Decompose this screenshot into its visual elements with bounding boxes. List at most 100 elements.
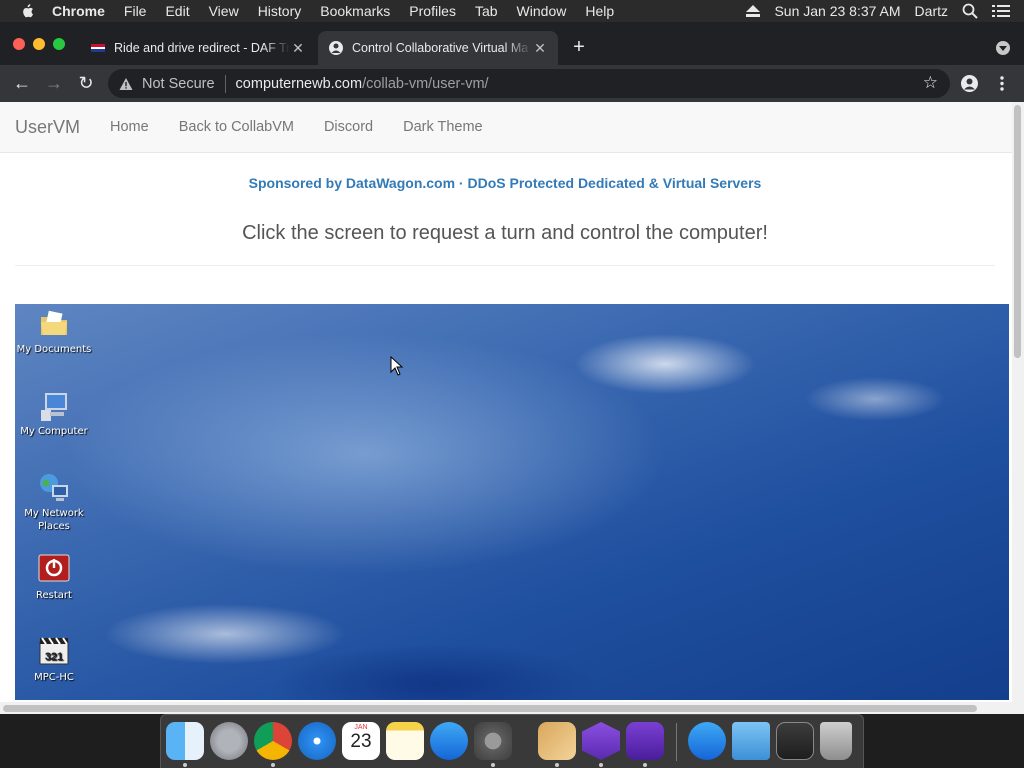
tab-title: Control Collaborative Virtual Ma [352,41,529,55]
control-center-list-icon[interactable] [992,4,1010,18]
sponsor-link[interactable]: Sponsored by DataWagon.com · DDoS Protec… [0,175,1010,191]
launchpad-icon[interactable] [210,722,248,760]
vertical-scrollbar-thumb[interactable] [1014,105,1021,358]
nav-link-discord[interactable]: Discord [324,119,373,135]
tab-title: Ride and drive redirect - DAF Tr [114,41,290,55]
mouse-cursor-icon [390,356,404,376]
eject-icon[interactable] [746,5,761,17]
desktop-icon-label: My Documents [16,344,92,355]
url-host: computernewb.com [235,75,363,92]
apple-menu-icon[interactable] [20,4,34,18]
browser-tab-strip: Ride and drive redirect - DAF Tr ✕ Contr… [0,22,1024,65]
menu-edit[interactable]: Edit [165,0,189,22]
menu-app-name[interactable]: Chrome [52,0,105,22]
profile-avatar-icon[interactable] [961,75,978,92]
back-arrow-icon[interactable]: ← [11,73,33,95]
dock-running-indicator [271,763,275,767]
spotlight-search-icon[interactable] [962,3,978,19]
menu-file[interactable]: File [124,0,147,22]
calendar-month: JAN [354,724,368,731]
tab-collabvm[interactable]: Control Collaborative Virtual Ma ✕ [318,31,558,65]
window-minimize-button[interactable] [33,38,45,50]
site-navbar: UserVM Home Back to CollabVM Discord Dar… [0,102,1012,153]
safari-icon[interactable] [298,722,336,760]
app-purple-1-icon[interactable] [582,722,620,760]
nav-link-home[interactable]: Home [110,119,149,135]
tab-daf-redirect[interactable]: Ride and drive redirect - DAF Tr ✕ [80,31,316,65]
vertical-scrollbar[interactable] [1012,102,1024,714]
mpc-hc-icon: 321 [39,637,69,665]
app-store-2-icon[interactable] [688,722,726,760]
reload-icon[interactable]: ↻ [75,73,97,95]
computer-icon [41,393,67,421]
turn-instructions: Click the screen to request a turn and c… [242,222,768,244]
screenshot-icon[interactable] [776,722,814,760]
forward-arrow-icon[interactable]: → [43,73,65,95]
dock-running-indicator [599,763,603,767]
desktop-icon-my-documents[interactable]: My Documents [15,308,93,356]
menu-tab[interactable]: Tab [475,0,498,22]
desktop-icon-my-computer[interactable]: My Computer [15,390,93,438]
calendar-day: 23 [350,731,372,752]
menu-history[interactable]: History [258,0,302,22]
window-zoom-button[interactable] [53,38,65,50]
tab-close-icon[interactable]: ✕ [290,40,306,57]
more-options-kebab-icon[interactable] [999,75,1005,92]
tab-close-icon[interactable]: ✕ [532,40,548,57]
dock-running-indicator [491,763,495,767]
nav-link-dark-theme[interactable]: Dark Theme [403,119,483,135]
menu-bookmarks[interactable]: Bookmarks [320,0,390,22]
app-purple-2-icon[interactable] [626,722,664,760]
vm-screen[interactable]: My Documents My Computer My Network Plac… [15,304,1009,700]
chrome-icon[interactable] [254,722,292,760]
system-preferences-icon[interactable] [474,722,512,760]
bookmark-star-icon[interactable]: ☆ [923,73,938,93]
warning-triangle-icon[interactable] [119,77,133,91]
folder-documents-icon [41,310,67,335]
menu-bar-user[interactable]: Dartz [915,3,948,19]
window-close-button[interactable] [13,38,25,50]
folder-icon[interactable] [732,722,770,760]
installer-icon[interactable] [538,722,576,760]
url-path: /collab-vm/user-vm/ [362,75,489,92]
desktop-icon-my-network-places[interactable]: My Network Places [15,472,93,533]
dock-running-indicator [555,763,559,767]
macos-dock: JAN 23 [160,714,864,768]
svg-text:321: 321 [45,651,63,663]
desktop-icon-mpc-hc[interactable]: 321 MPC-HC [15,636,93,684]
browser-toolbar: ← → ↻ Not Secure computernewb.com/collab… [0,65,1024,102]
trash-icon[interactable] [820,722,852,760]
address-bar[interactable]: Not Secure computernewb.com/collab-vm/us… [108,69,950,98]
desktop-icon-label: My Computer [20,426,88,437]
desktop-icon-label: My Network Places [24,508,84,532]
content-divider [15,265,995,266]
web-page: UserVM Home Back to CollabVM Discord Dar… [0,102,1024,714]
restart-icon [38,554,70,582]
dock-running-indicator [183,763,187,767]
desktop-icon-label: MPC-HC [34,672,74,683]
security-status-label[interactable]: Not Secure [142,76,215,92]
horizontal-scrollbar[interactable] [0,702,1012,714]
app-store-icon[interactable] [430,722,468,760]
navbar-brand[interactable]: UserVM [15,117,80,138]
new-tab-button[interactable]: + [569,36,589,59]
desktop-icon-restart[interactable]: Restart [15,554,93,602]
dock-separator [676,723,677,761]
menu-window[interactable]: Window [517,0,567,22]
collabvm-favicon-icon [329,41,343,55]
calendar-icon[interactable]: JAN 23 [342,722,380,760]
notes-icon[interactable] [386,722,424,760]
dock-running-indicator [643,763,647,767]
menu-help[interactable]: Help [585,0,614,22]
finder-icon[interactable] [166,722,204,760]
desktop-icon-label: Restart [36,590,72,601]
menu-view[interactable]: View [209,0,239,22]
nav-link-back-to-collabvm[interactable]: Back to CollabVM [179,119,294,135]
menu-bar-status-area: Sun Jan 23 8:37 AM Dartz [746,0,1024,22]
address-separator [224,74,226,93]
horizontal-scrollbar-thumb[interactable] [3,705,977,712]
tab-search-icon[interactable] [996,41,1010,55]
menu-bar-clock[interactable]: Sun Jan 23 8:37 AM [774,3,900,19]
menu-profiles[interactable]: Profiles [409,0,456,22]
macos-menu-bar: Chrome File Edit View History Bookmarks … [0,0,1024,22]
